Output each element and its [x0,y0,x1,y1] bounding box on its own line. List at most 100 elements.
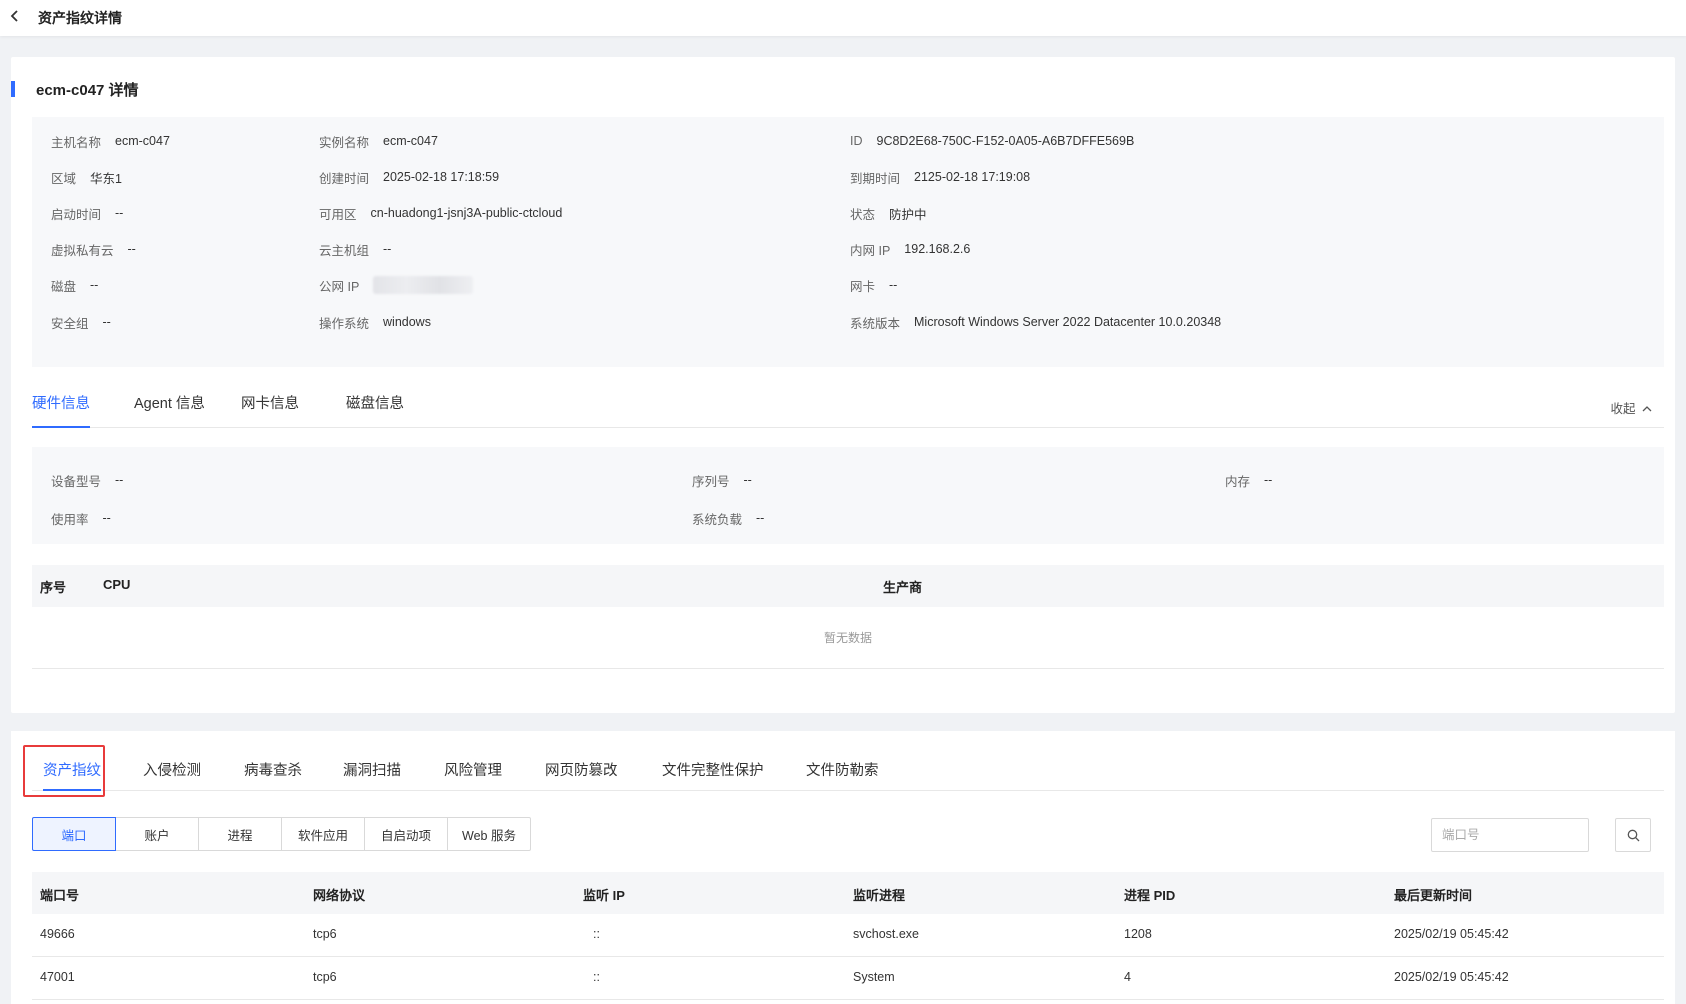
hw-load: 系统负载 -- [692,508,764,528]
chevron-left-icon[interactable] [10,9,32,28]
hardware-info-panel: 设备型号 -- 序列号 -- 内存 -- 使用率 -- 系统负载 -- [32,447,1664,544]
field-value: -- [90,278,99,292]
field-value: 9C8D2E68-750C-F152-0A05-A6B7DFFE569B [876,134,1135,148]
field-value: cn-huadong1-jsnj3A-public-ctcloud [370,206,563,220]
subtab-software[interactable]: 软件应用 [281,817,365,851]
field-status: 状态 防护中 [850,203,927,223]
column-header: 监听进程 [853,888,906,903]
field-label: 主机名称 [51,135,102,150]
field-label: 云主机组 [319,243,370,258]
tab-virus-scan[interactable]: 病毒查杀 [244,759,302,791]
column-header: 生产商 [883,580,923,595]
field-value: 华东1 [90,171,122,186]
section-accent-bar [11,81,15,97]
field-value: -- [1264,473,1273,487]
column-header: CPU [103,577,131,592]
tab-file-integrity[interactable]: 文件完整性保护 [662,759,764,791]
highlight-annotation-box [23,745,105,797]
tab-vulnerability-scan[interactable]: 漏洞扫描 [343,759,401,791]
cell-protocol: tcp6 [313,970,337,984]
port-search-input[interactable] [1431,818,1589,852]
cell-process: svchost.exe [853,927,920,941]
page-title: 资产指纹详情 [38,10,122,26]
hw-serial: 序列号 -- [692,470,752,490]
field-label: 状态 [850,207,876,222]
subtab-autostart[interactable]: 自启动项 [364,817,448,851]
subtab-web-service[interactable]: Web 服务 [447,817,531,851]
field-label: 磁盘 [51,279,77,294]
field-value: -- [115,473,124,487]
tab-hardware-info[interactable]: 硬件信息 [32,392,90,428]
cell-port: 47001 [40,970,75,984]
field-label: 创建时间 [319,171,370,186]
cpu-table: 序号 CPU 生产商 暂无数据 [32,565,1664,669]
detail-title: ecm-c047 详情 [36,82,139,99]
field-label: 实例名称 [319,135,370,150]
table-row: 49666 tcp6 :: svchost.exe 1208 2025/02/1… [32,914,1664,957]
field-label: 使用率 [51,512,89,527]
tab-disk-info[interactable]: 磁盘信息 [346,392,404,428]
tab-anti-ransomware[interactable]: 文件防勒索 [806,759,879,791]
table-header: 序号 CPU 生产商 [32,565,1664,607]
field-instance-name: 实例名称 ecm-c047 [319,131,438,151]
field-id: ID 9C8D2E68-750C-F152-0A05-A6B7DFFE569B [850,131,1134,151]
hw-model: 设备型号 -- [51,470,123,490]
cell-protocol: tcp6 [313,927,337,941]
field-label: 设备型号 [51,474,102,489]
field-value: 2025-02-18 17:18:59 [383,170,500,184]
field-boot-time: 启动时间 -- [51,203,123,223]
cell-updated-time: 2025/02/19 05:45:42 [1394,970,1509,984]
tab-web-tamper-protection[interactable]: 网页防篡改 [545,759,618,791]
subtab-account[interactable]: 账户 [115,817,199,851]
field-private-ip: 内网 IP 192.168.2.6 [850,239,970,259]
field-label: 到期时间 [850,171,901,186]
basic-info-panel: 主机名称 ecm-c047 区域 华东1 启动时间 -- 虚拟私有云 -- 磁盘… [32,117,1664,367]
field-zone: 可用区 cn-huadong1-jsnj3A-public-ctcloud [319,203,562,223]
cell-process: System [853,970,895,984]
info-tabs: 硬件信息 Agent 信息 网卡信息 磁盘信息 收起 [32,392,1664,428]
field-label: 可用区 [319,207,357,222]
field-vpc: 虚拟私有云 -- [51,239,136,259]
field-label: ID [850,134,863,148]
hw-memory: 内存 -- [1225,470,1272,490]
tab-nic-info[interactable]: 网卡信息 [241,392,299,428]
column-header: 网络协议 [313,888,366,903]
chevron-up-icon [1642,406,1652,412]
cell-listen-ip: :: [593,970,600,984]
column-header: 最后更新时间 [1394,888,1473,903]
field-label: 启动时间 [51,207,102,222]
collapse-button[interactable]: 收起 [1611,398,1653,417]
field-label: 网卡 [850,279,876,294]
field-host-group: 云主机组 -- [319,239,391,259]
field-value: -- [102,315,111,329]
tab-intrusion-detection[interactable]: 入侵检测 [143,759,201,791]
field-label: 公网 IP [319,279,360,294]
field-value: -- [127,242,136,256]
tab-risk-management[interactable]: 风险管理 [444,759,502,791]
fingerprint-card: 资产指纹 入侵检测 病毒查杀 漏洞扫描 风险管理 网页防篡改 文件完整性保护 文… [11,731,1675,1004]
top-bar: 资产指纹详情 [0,0,1686,36]
subtab-port[interactable]: 端口 [32,817,116,851]
collapse-label: 收起 [1610,402,1636,416]
field-label: 序列号 [692,474,730,489]
field-expire-time: 到期时间 2125-02-18 17:19:08 [850,167,1030,187]
field-value: 2125-02-18 17:19:08 [914,170,1031,184]
tab-agent-info[interactable]: Agent 信息 [134,392,205,428]
field-os: 操作系统 windows [319,312,431,332]
search-button[interactable] [1615,818,1651,852]
column-header: 进程 PID [1124,888,1176,903]
field-value: -- [115,206,124,220]
empty-state: 暂无数据 [32,607,1664,669]
field-value: -- [756,511,765,525]
field-label: 系统版本 [850,316,901,331]
cell-updated-time: 2025/02/19 05:45:42 [1394,927,1509,941]
main-tabs: 资产指纹 入侵检测 病毒查杀 漏洞扫描 风险管理 网页防篡改 文件完整性保护 文… [32,745,1664,791]
field-label: 区域 [51,171,77,186]
field-os-version: 系统版本 Microsoft Windows Server 2022 Datac… [850,312,1221,332]
sub-tabs: 端口 账户 进程 软件应用 自启动项 Web 服务 [32,817,531,851]
subtab-process[interactable]: 进程 [198,817,282,851]
field-hostname: 主机名称 ecm-c047 [51,131,170,151]
field-label: 操作系统 [319,316,370,331]
public-ip-masked [373,276,474,294]
hw-usage: 使用率 -- [51,508,111,528]
